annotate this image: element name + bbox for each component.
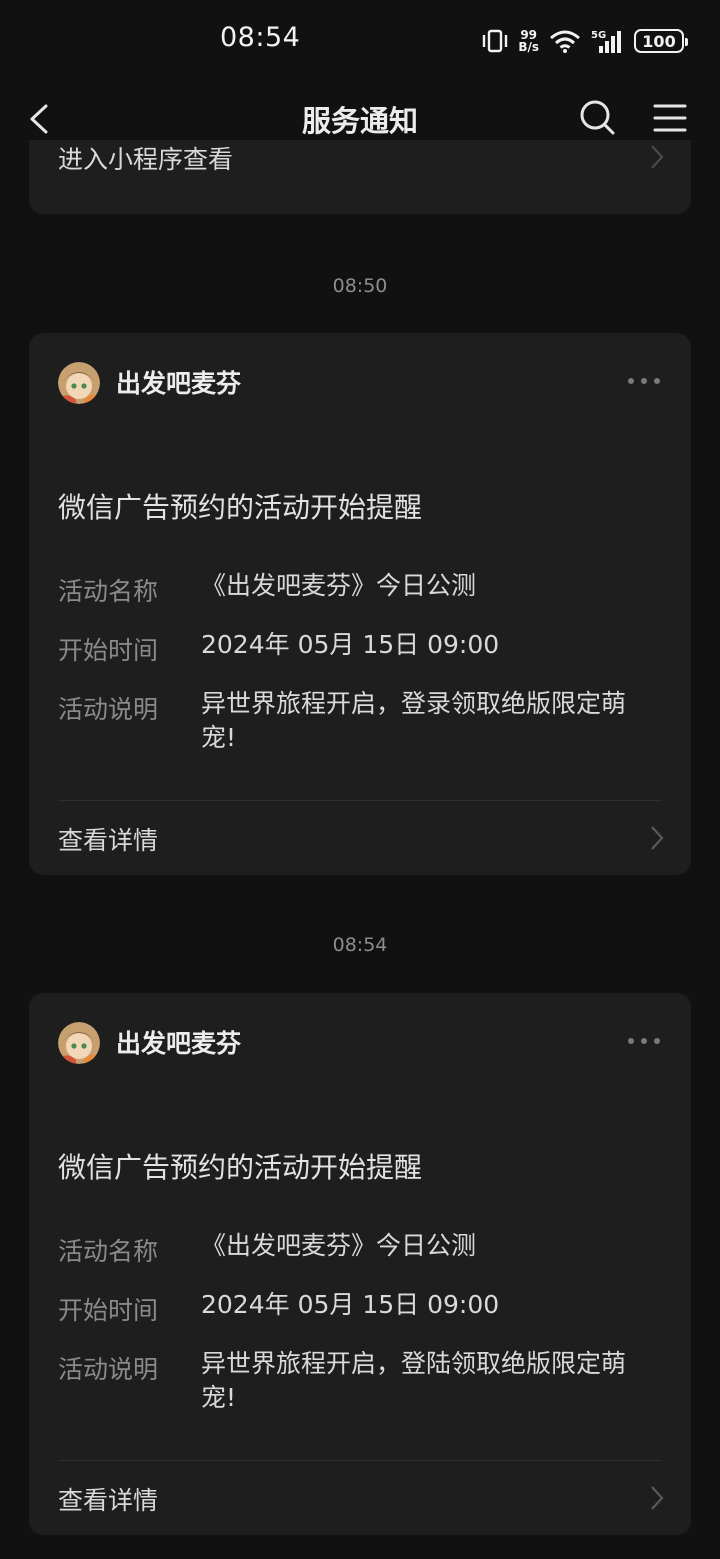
avatar-image <box>58 1022 100 1064</box>
notification-heading: 微信广告预约的活动开始提醒 <box>58 491 423 524</box>
wifi-icon <box>550 30 580 53</box>
notification-heading: 微信广告预约的活动开始提醒 <box>58 1151 423 1184</box>
field-label-description: 活动说明 <box>58 1355 159 1384</box>
search-icon[interactable] <box>578 98 616 136</box>
divider <box>58 800 662 801</box>
network-type: 5G <box>591 30 606 41</box>
avatar[interactable] <box>58 362 100 404</box>
message-timestamp: 08:50 <box>332 275 388 297</box>
chevron-right-icon <box>651 826 664 850</box>
avatar-image <box>58 362 100 404</box>
signal-5g-icon: 5G <box>591 30 621 53</box>
field-label-activity-name: 活动名称 <box>58 1237 159 1266</box>
field-value-start-time: 2024年 05月 15日 09:00 <box>201 630 500 659</box>
field-value-start-time: 2024年 05月 15日 09:00 <box>201 1290 500 1319</box>
description-line-1: 异世界旅程开启，登陆领取绝版限定萌 <box>201 1349 627 1378</box>
description-line-2: 宠! <box>201 723 237 752</box>
field-value-activity-name: 《出发吧麦芬》今日公测 <box>201 571 477 600</box>
field-label-start-time: 开始时间 <box>58 636 159 665</box>
status-icons: 99 B/s 5G 100 <box>481 26 688 56</box>
status-time: 08:54 <box>220 22 301 53</box>
field-value-description: 异世界旅程开启，登录领取绝版限定萌 宠! <box>201 687 671 755</box>
description-line-2: 宠! <box>201 1383 237 1412</box>
message-card: 出发吧麦芬 微信广告预约的活动开始提醒 活动名称 《出发吧麦芬》今日公测 开始时… <box>29 993 691 1535</box>
status-bar: 08:54 99 B/s 5G 100 <box>0 0 720 80</box>
field-label-activity-name: 活动名称 <box>58 577 159 606</box>
more-options-icon[interactable] <box>627 1037 661 1045</box>
chevron-right-icon <box>651 145 664 169</box>
view-details-link[interactable]: 查看详情 <box>58 1481 158 1517</box>
field-value-description: 异世界旅程开启，登陆领取绝版限定萌 宠! <box>201 1347 671 1415</box>
message-card-partial[interactable]: 进入小程序查看 <box>29 140 691 214</box>
enter-mini-program-link[interactable]: 进入小程序查看 <box>58 140 233 176</box>
chevron-right-icon <box>651 1486 664 1510</box>
message-timestamp: 08:54 <box>332 934 388 956</box>
sender-name[interactable]: 出发吧麦芬 <box>116 364 241 400</box>
message-card: 出发吧麦芬 微信广告预约的活动开始提醒 活动名称 《出发吧麦芬》今日公测 开始时… <box>29 333 691 875</box>
more-options-icon[interactable] <box>627 377 661 385</box>
field-label-description: 活动说明 <box>58 695 159 724</box>
network-speed: 99 B/s <box>518 29 539 53</box>
vibrate-icon <box>483 29 508 53</box>
speed-unit: B/s <box>518 40 539 54</box>
field-label-start-time: 开始时间 <box>58 1296 159 1325</box>
battery-indicator: 100 <box>634 29 688 53</box>
divider <box>58 1460 662 1461</box>
field-value-activity-name: 《出发吧麦芬》今日公测 <box>201 1231 477 1260</box>
sender-name[interactable]: 出发吧麦芬 <box>116 1024 241 1060</box>
view-details-link[interactable]: 查看详情 <box>58 821 158 857</box>
description-line-1: 异世界旅程开启，登录领取绝版限定萌 <box>201 689 627 718</box>
menu-icon[interactable] <box>652 100 688 136</box>
avatar[interactable] <box>58 1022 100 1064</box>
